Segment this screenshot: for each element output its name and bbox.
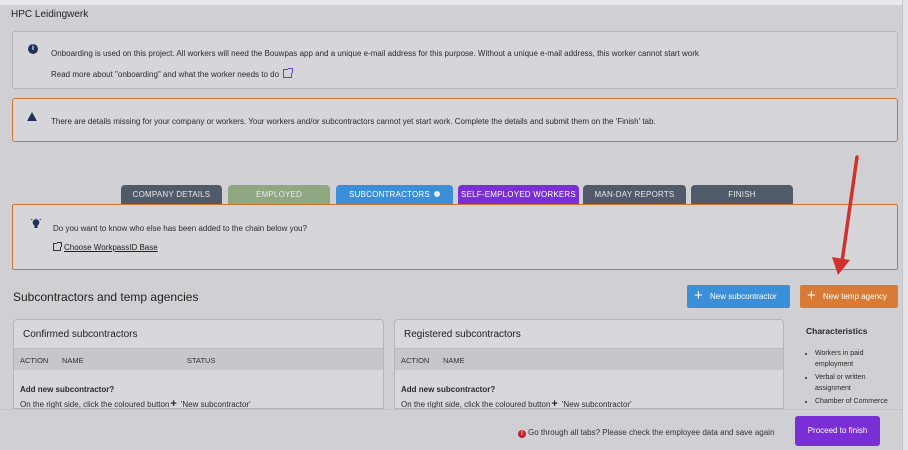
tab-self-employed-workers[interactable]: SELF-EMPLOYED WORKERS bbox=[458, 185, 579, 205]
plus-icon: + bbox=[807, 287, 816, 304]
onboarding-read-more[interactable]: Read more about "onboarding" and what th… bbox=[51, 68, 294, 79]
panel-title: Registered subcontractors bbox=[404, 329, 521, 340]
lightbulb-icon bbox=[31, 218, 41, 228]
onboarding-read-more-label: Read more about "onboarding" and what th… bbox=[51, 70, 280, 79]
hint-text: On the right side, click the coloured bu… bbox=[20, 400, 170, 409]
top-strip bbox=[0, 0, 908, 5]
footer-bar: ! Go through all tabs? Please check the e… bbox=[0, 409, 902, 450]
missing-details-warning: There are details missing for your compa… bbox=[12, 98, 898, 142]
warning-text: There are details missing for your compa… bbox=[51, 117, 656, 126]
onboarding-info-box: i Onboarding is used on this project. Al… bbox=[12, 31, 898, 89]
chain-question: Do you want to know who else has been ad… bbox=[53, 224, 307, 233]
characteristics-panel: Characteristics Workers in paid employme… bbox=[806, 326, 896, 409]
section-title: Subcontractors and temp agencies bbox=[13, 290, 199, 304]
list-item: Chamber of Commerce bbox=[815, 396, 896, 407]
hint-text: On the right side, click the coloured bu… bbox=[401, 400, 551, 409]
proceed-to-finish-button[interactable]: Proceed to finish bbox=[795, 416, 880, 446]
external-link-icon bbox=[53, 242, 62, 251]
table-header: ACTION NAME STATUS bbox=[14, 348, 383, 370]
column-header-name: NAME bbox=[443, 356, 465, 365]
validation-message-text: Go through all tabs? Please check the em… bbox=[528, 428, 775, 437]
plus-icon: + bbox=[551, 398, 558, 409]
validation-message: ! Go through all tabs? Please check the e… bbox=[518, 428, 774, 438]
table-header: ACTION NAME bbox=[395, 348, 783, 370]
tab-subcontractors[interactable]: SUBCONTRACTORS bbox=[336, 185, 453, 205]
tab-label: MAN-DAY REPORTS bbox=[594, 190, 675, 199]
column-header-action: ACTION bbox=[20, 356, 49, 365]
onboarding-info-text: Onboarding is used on this project. All … bbox=[51, 49, 699, 58]
column-header-action: ACTION bbox=[401, 356, 430, 365]
list-item: Verbal or written assignment bbox=[815, 372, 896, 394]
error-icon: ! bbox=[518, 430, 526, 438]
confirmed-subcontractors-panel: Confirmed subcontractors ACTION NAME STA… bbox=[13, 319, 384, 409]
new-subcontractor-label: New subcontractor bbox=[710, 292, 777, 301]
external-link-icon[interactable] bbox=[283, 68, 294, 78]
characteristics-title: Characteristics bbox=[806, 326, 868, 336]
plus-icon: + bbox=[170, 398, 177, 409]
vertical-scrollbar[interactable] bbox=[902, 0, 908, 450]
add-subcontractor-heading: Add new subcontractor? bbox=[20, 385, 115, 394]
tab-label: SUBCONTRACTORS bbox=[349, 190, 430, 199]
tab-label: COMPANY DETAILS bbox=[132, 190, 211, 199]
choose-workpassid-label: Choose WorkpassID Base bbox=[64, 243, 158, 252]
company-title: HPC Leidingwerk bbox=[11, 9, 89, 20]
list-item: Workers in paid employment bbox=[815, 348, 896, 370]
add-subcontractor-hint: On the right side, click the coloured bu… bbox=[20, 398, 251, 409]
info-icon: i bbox=[28, 44, 38, 54]
new-temp-agency-button[interactable]: + New temp agency bbox=[800, 285, 898, 308]
characteristics-list: Workers in paid employment Verbal or wri… bbox=[806, 348, 896, 407]
new-temp-agency-label: New temp agency bbox=[823, 292, 888, 301]
choose-workpassid-link[interactable]: Choose WorkpassID Base bbox=[53, 242, 158, 252]
hint-button-name: 'New subcontractor' bbox=[180, 400, 251, 409]
warning-icon bbox=[27, 112, 37, 121]
hint-button-name: 'New subcontractor' bbox=[561, 400, 632, 409]
new-subcontractor-button[interactable]: + New subcontractor bbox=[687, 285, 790, 308]
tab-man-day-reports[interactable]: MAN-DAY REPORTS bbox=[583, 185, 686, 205]
column-header-name: NAME bbox=[62, 356, 84, 365]
active-dot-icon bbox=[433, 191, 440, 197]
tab-label: FINISH bbox=[728, 190, 756, 199]
tab-label: EMPLOYED bbox=[255, 190, 303, 199]
chain-info-box: Do you want to know who else has been ad… bbox=[12, 204, 898, 270]
column-header-status: STATUS bbox=[187, 356, 216, 365]
add-subcontractor-heading: Add new subcontractor? bbox=[401, 385, 496, 394]
tab-finish[interactable]: FINISH bbox=[691, 185, 793, 205]
registered-subcontractors-panel: Registered subcontractors ACTION NAME Ad… bbox=[394, 319, 784, 409]
tab-company-details[interactable]: COMPANY DETAILS bbox=[121, 185, 222, 205]
tab-employed[interactable]: EMPLOYED bbox=[228, 185, 330, 205]
tab-label: SELF-EMPLOYED WORKERS bbox=[461, 190, 576, 199]
panel-title: Confirmed subcontractors bbox=[23, 329, 138, 340]
plus-icon: + bbox=[694, 287, 703, 304]
add-subcontractor-hint: On the right side, click the coloured bu… bbox=[401, 398, 632, 409]
